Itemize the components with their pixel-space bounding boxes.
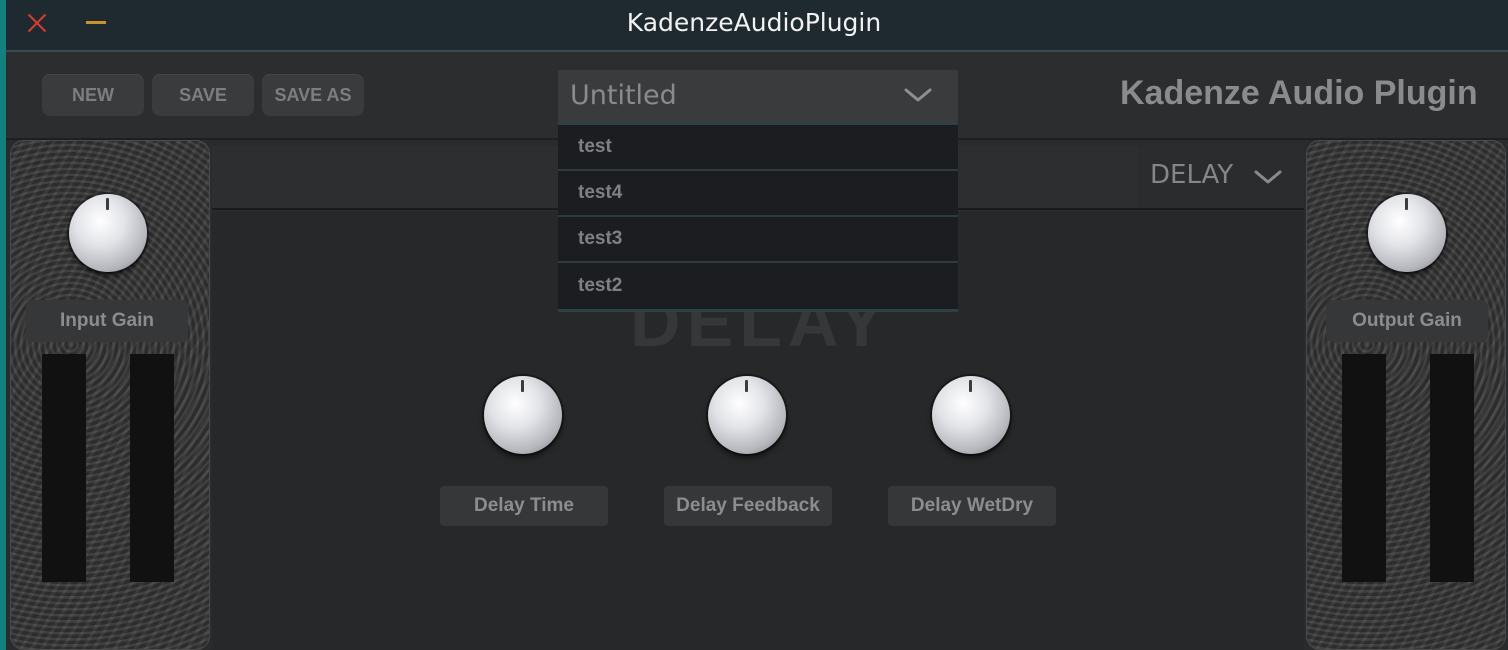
brand-title: Kadenze Audio Plugin	[1120, 74, 1478, 112]
title-bar: KadenzeAudioPlugin	[0, 0, 1508, 52]
save-button[interactable]: SAVE	[152, 74, 254, 116]
fx-type-select[interactable]: DELAY	[1138, 146, 1304, 208]
input-gain-label: Input Gain	[26, 300, 188, 342]
delay-feedback-knob[interactable]	[708, 376, 786, 454]
window-title: KadenzeAudioPlugin	[626, 8, 882, 37]
output-meter-right	[1430, 354, 1474, 582]
window-edge-accent	[0, 0, 6, 650]
input-gain-knob[interactable]	[69, 194, 147, 272]
delay-time-label: Delay Time	[440, 486, 608, 526]
input-meter-right	[130, 354, 174, 582]
preset-value: Untitled	[570, 80, 677, 111]
new-button[interactable]: NEW	[42, 74, 144, 116]
delay-feedback-label: Delay Feedback	[664, 486, 832, 526]
delay-time-knob[interactable]	[484, 376, 562, 454]
save-as-button[interactable]: SAVE AS	[262, 74, 364, 116]
output-meter-left	[1342, 354, 1386, 582]
delay-wetdry-knob[interactable]	[932, 376, 1010, 454]
preset-dropdown-list: test test4 test3 test2	[558, 122, 958, 312]
input-meter-left	[42, 354, 86, 582]
fx-type-value: DELAY	[1150, 160, 1234, 190]
preset-option[interactable]: test4	[558, 171, 958, 217]
output-gain-label: Output Gain	[1326, 300, 1488, 342]
output-gain-knob[interactable]	[1368, 194, 1446, 272]
chevron-down-icon	[1254, 170, 1282, 184]
preset-option[interactable]: test	[558, 125, 958, 171]
preset-select[interactable]: Untitled	[558, 70, 958, 122]
preset-option[interactable]: test2	[558, 263, 958, 309]
delay-wetdry-label: Delay WetDry	[888, 486, 1056, 526]
preset-option[interactable]: test3	[558, 217, 958, 263]
chevron-down-icon	[904, 88, 932, 102]
